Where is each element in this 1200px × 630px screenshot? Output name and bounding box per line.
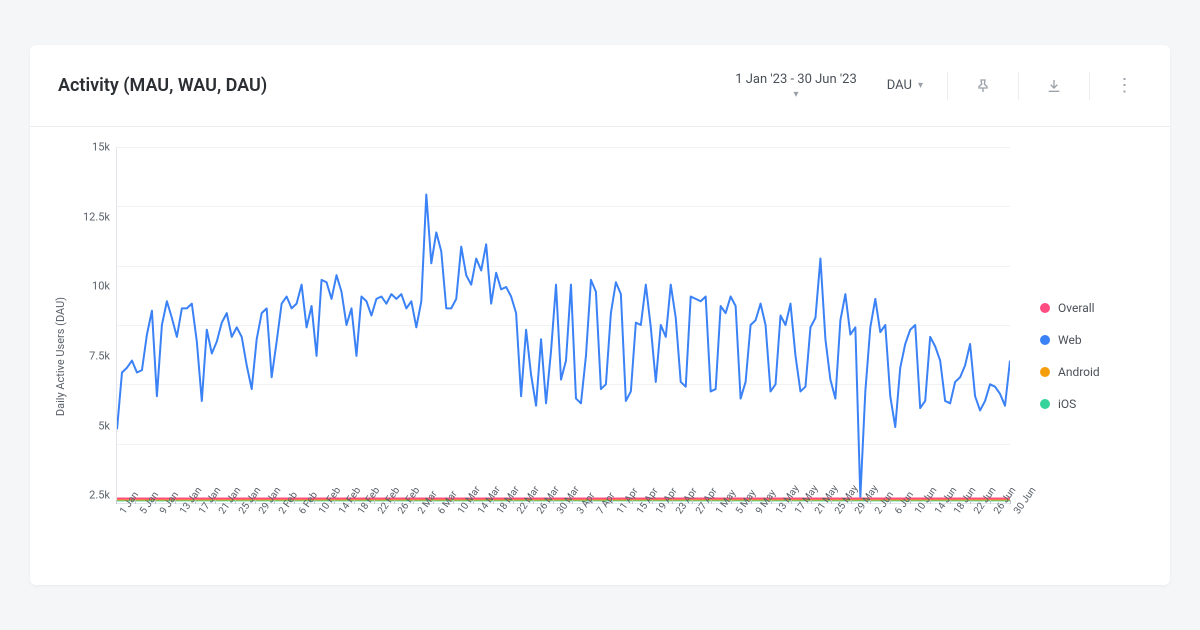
x-tick-mark xyxy=(473,500,474,504)
y-axis-ticks: 2.5k5k7.5k10k12.5k15k xyxy=(72,147,116,565)
divider xyxy=(947,72,948,100)
y-tick-label: 5k xyxy=(98,419,110,432)
more-icon: ⋮ xyxy=(1116,75,1135,96)
legend-swatch xyxy=(1040,399,1050,409)
metric-dropdown[interactable]: DAU ▾ xyxy=(881,74,929,97)
header-controls: 1 Jan '23 - 30 Jun '23 ▾ DAU ▾ xyxy=(729,68,1142,104)
x-tick-mark xyxy=(513,500,514,504)
x-tick-mark xyxy=(433,500,434,504)
x-tick-mark xyxy=(672,500,673,504)
x-tick-mark xyxy=(195,500,196,504)
y-axis-label: Daily Active Users (DAU) xyxy=(55,296,68,415)
y-tick-label: 7.5k xyxy=(89,350,110,363)
x-tick-mark xyxy=(692,500,693,504)
download-icon xyxy=(1046,78,1062,94)
x-tick-mark xyxy=(135,500,136,504)
y-tick-label: 10k xyxy=(92,280,110,293)
activity-card: Activity (MAU, WAU, DAU) 1 Jan '23 - 30 … xyxy=(30,45,1170,585)
x-tick-mark xyxy=(1010,500,1011,504)
pin-icon xyxy=(975,78,991,94)
x-tick-mark xyxy=(731,500,732,504)
x-tick-mark xyxy=(394,500,395,504)
x-tick-mark xyxy=(612,500,613,504)
x-tick-mark xyxy=(255,500,256,504)
x-tick-mark xyxy=(453,500,454,504)
date-range-dropdown[interactable]: 1 Jan '23 - 30 Jun '23 ▾ xyxy=(729,68,863,104)
pin-button[interactable] xyxy=(966,69,1000,103)
legend-item[interactable]: Web xyxy=(1040,333,1160,347)
chart-series-line xyxy=(117,194,1010,497)
card-body: Daily Active Users (DAU) 2.5k 5k 7.5k 10k 12… xyxy=(30,127,1170,585)
x-tick-mark xyxy=(632,500,633,504)
x-axis-ticks: 1 Jan5 Jan9 Jan13 Jan17 Jan21 Jan25 Jan2… xyxy=(116,503,1010,565)
divider xyxy=(1089,72,1090,100)
legend-item[interactable]: iOS xyxy=(1040,397,1160,411)
legend-item[interactable]: Android xyxy=(1040,365,1160,379)
card-title: Activity (MAU, WAU, DAU) xyxy=(58,75,729,96)
x-tick-mark xyxy=(751,500,752,504)
download-button[interactable] xyxy=(1037,69,1071,103)
x-tick-mark xyxy=(711,500,712,504)
x-tick-mark xyxy=(950,500,951,504)
y-tick-label: 12.5k xyxy=(83,210,110,223)
x-tick-mark xyxy=(175,500,176,504)
x-tick-mark xyxy=(930,500,931,504)
x-tick-mark xyxy=(811,500,812,504)
x-tick-mark xyxy=(116,500,117,504)
x-tick-mark xyxy=(572,500,573,504)
chevron-down-icon: ▾ xyxy=(793,89,798,100)
x-tick-mark xyxy=(990,500,991,504)
x-tick-mark xyxy=(274,500,275,504)
card-header: Activity (MAU, WAU, DAU) 1 Jan '23 - 30 … xyxy=(30,45,1170,127)
x-tick-mark xyxy=(533,500,534,504)
metric-value: DAU xyxy=(887,78,912,93)
more-button[interactable]: ⋮ xyxy=(1108,69,1142,103)
x-tick-mark xyxy=(493,500,494,504)
x-tick-mark xyxy=(851,500,852,504)
x-tick-mark xyxy=(791,500,792,504)
legend-swatch xyxy=(1040,303,1050,313)
legend-swatch xyxy=(1040,367,1050,377)
x-tick-mark xyxy=(970,500,971,504)
chevron-down-icon: ▾ xyxy=(918,80,923,91)
x-tick-mark xyxy=(155,500,156,504)
x-tick-mark xyxy=(294,500,295,504)
x-tick-mark xyxy=(652,500,653,504)
x-tick-mark xyxy=(870,500,871,504)
x-tick-mark xyxy=(235,500,236,504)
y-tick-label: 15k xyxy=(92,141,110,154)
x-tick-mark xyxy=(314,500,315,504)
y-axis-label-wrap: Daily Active Users (DAU) xyxy=(50,147,72,565)
x-tick-mark xyxy=(771,500,772,504)
date-range-value: 1 Jan '23 - 30 Jun '23 xyxy=(735,72,857,87)
divider xyxy=(1018,72,1019,100)
x-tick-mark xyxy=(215,500,216,504)
plot-canvas xyxy=(116,147,1010,503)
x-tick-mark xyxy=(910,500,911,504)
legend-swatch xyxy=(1040,335,1050,345)
legend: Overall Web Android iOS xyxy=(1010,147,1160,565)
x-tick-mark xyxy=(334,500,335,504)
chart-area: Daily Active Users (DAU) 2.5k 5k 7.5k 10k 12… xyxy=(50,147,1010,565)
chart-lines-svg xyxy=(117,147,1010,503)
x-tick-mark xyxy=(413,500,414,504)
x-tick-mark xyxy=(831,500,832,504)
x-tick-mark xyxy=(890,500,891,504)
legend-label: Overall xyxy=(1058,301,1095,315)
x-tick-mark xyxy=(553,500,554,504)
plot-wrap: 1 Jan5 Jan9 Jan13 Jan17 Jan21 Jan25 Jan2… xyxy=(116,147,1010,565)
legend-label: iOS xyxy=(1058,397,1076,411)
legend-label: Web xyxy=(1058,333,1082,347)
x-tick-mark xyxy=(374,500,375,504)
x-tick-mark xyxy=(354,500,355,504)
y-tick-label: 2.5k xyxy=(89,489,110,502)
legend-item[interactable]: Overall xyxy=(1040,301,1160,315)
legend-label: Android xyxy=(1058,365,1100,379)
x-tick-mark xyxy=(592,500,593,504)
